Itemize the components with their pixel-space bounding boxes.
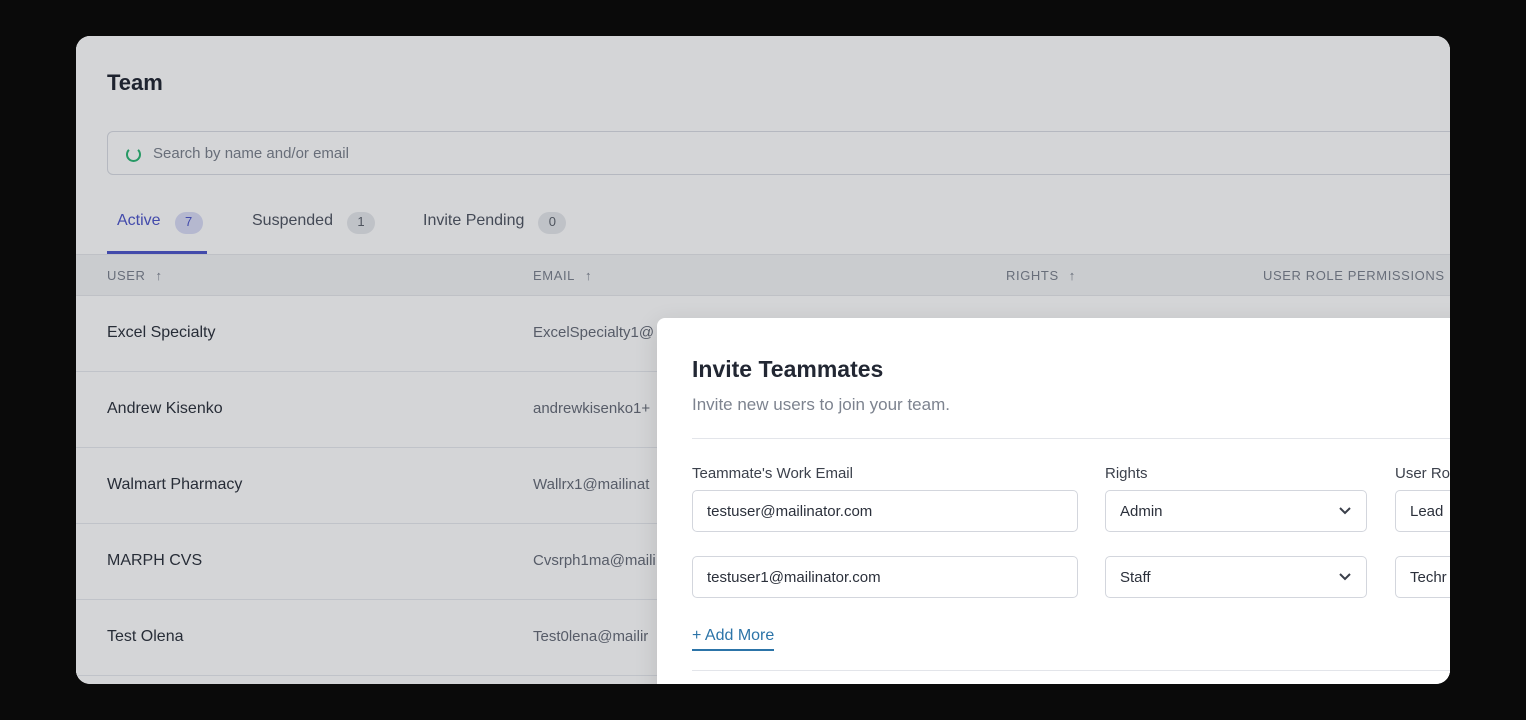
divider [692, 670, 1450, 671]
app-window: Team Active 7 Suspended 1 Invite Pending… [76, 36, 1450, 684]
chevron-down-icon [1339, 573, 1351, 581]
modal-subtitle: Invite new users to join your team. [692, 395, 950, 414]
rights-select[interactable]: Admin [1105, 490, 1367, 532]
role-select[interactable]: Lead [1395, 490, 1450, 532]
modal-title: Invite Teammates [692, 356, 884, 382]
invite-teammates-modal: Invite Teammates Invite new users to joi… [657, 318, 1450, 684]
rights-select-value: Staff [1120, 568, 1151, 586]
rights-select[interactable]: Staff [1105, 556, 1367, 598]
role-select[interactable]: Techr [1395, 556, 1450, 598]
add-more-link[interactable]: + Add More [692, 627, 775, 651]
chevron-down-icon [1339, 507, 1351, 515]
role-column-label: User Ro [1395, 465, 1450, 482]
email-field[interactable]: testuser@mailinator.com [692, 490, 1078, 532]
email-field[interactable]: testuser1@mailinator.com [692, 556, 1078, 598]
divider [692, 438, 1450, 439]
rights-column-label: Rights [1105, 465, 1148, 482]
rights-select-value: Admin [1120, 502, 1163, 520]
email-column-label: Teammate's Work Email [692, 465, 853, 482]
